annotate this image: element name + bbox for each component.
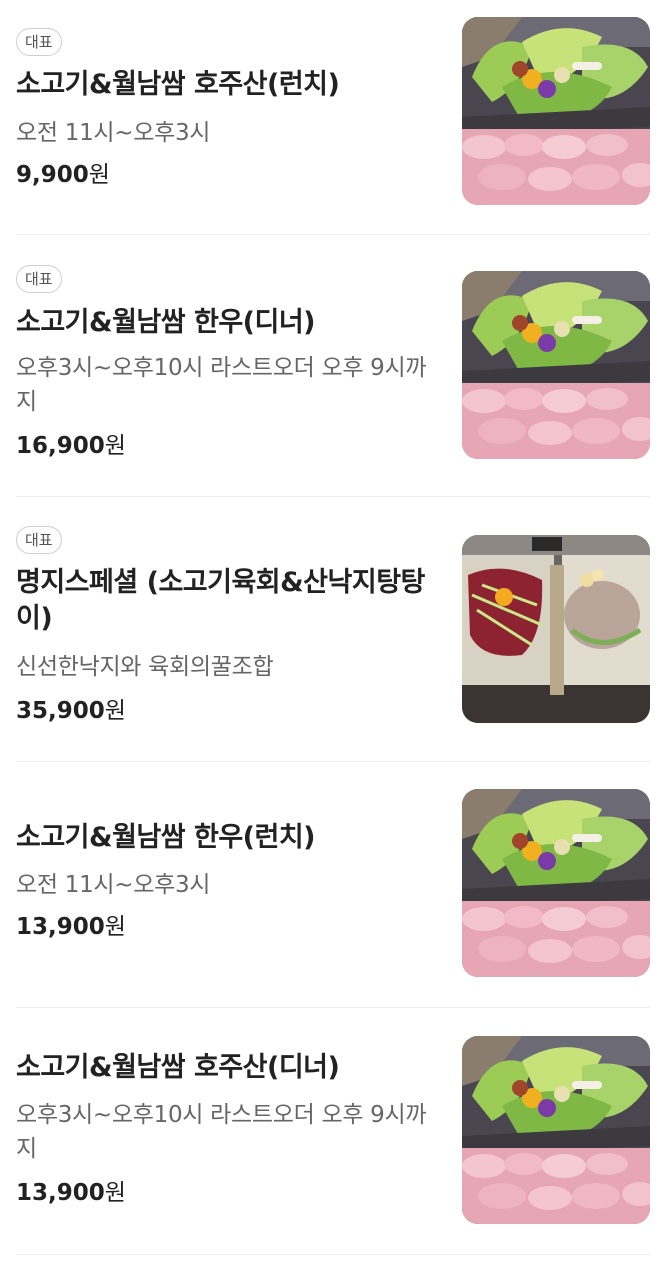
- beef-wrap-platter-image: [462, 271, 650, 459]
- beef-wrap-platter-image: [462, 17, 650, 205]
- beef-wrap-platter-image: [462, 789, 650, 977]
- menu-item-title: 소고기&월남쌈 호주산(런치): [16, 69, 340, 100]
- menu-item-photo[interactable]: [462, 535, 650, 723]
- representative-badge: 대표: [16, 28, 62, 56]
- menu-item-description: 오전 11시~오후3시: [16, 872, 211, 898]
- yukhoe-octopus-platter-image: [462, 535, 650, 723]
- menu-item-price: 13,900원: [16, 1180, 126, 1206]
- representative-badge: 대표: [16, 526, 62, 554]
- menu-item-title: 소고기&월남쌈 호주산(디너): [16, 1052, 340, 1083]
- menu-item-description: 오후3시~오후10시 라스트오더 오후 9시까지: [16, 1102, 427, 1162]
- menu-item-photo[interactable]: [462, 17, 650, 205]
- menu-item[interactable]: 대표 소고기&월남쌈 한우(디너) 오후3시~오후10시 라스트오더 오후 9시…: [16, 235, 650, 497]
- menu-item-photo[interactable]: [462, 1036, 650, 1224]
- menu-item-photo[interactable]: [462, 271, 650, 459]
- menu-item-price: 16,900원: [16, 433, 126, 459]
- menu-item[interactable]: 소고기&월남쌈 호주산(디너) 오후3시~오후10시 라스트오더 오후 9시까지…: [16, 1008, 650, 1255]
- menu-item-price: 13,900원: [16, 914, 126, 940]
- menu-item-price: 9,900원: [16, 162, 110, 188]
- beef-wrap-platter-image: [462, 1036, 650, 1224]
- menu-item-price: 35,900원: [16, 698, 126, 724]
- menu-item-title: 명지스페셜 (소고기육회&산낙지탕탕이): [16, 567, 425, 634]
- menu-item[interactable]: 대표 소고기&월남쌈 호주산(런치) 오전 11시~오후3시 9,900원: [16, 0, 650, 235]
- menu-item-description: 신선한낙지와 육회의꿀조합: [16, 654, 274, 680]
- menu-item-photo[interactable]: [462, 789, 650, 977]
- representative-badge: 대표: [16, 265, 62, 293]
- menu-item-description: 오후3시~오후10시 라스트오더 오후 9시까지: [16, 355, 427, 415]
- menu-item-description: 오전 11시~오후3시: [16, 120, 211, 146]
- menu-item-title: 소고기&월남쌈 한우(디너): [16, 307, 316, 338]
- menu-item[interactable]: 대표 명지스페셜 (소고기육회&산낙지탕탕이) 신선한낙지와 육회의꿀조합 35…: [16, 497, 650, 762]
- menu-item-title: 소고기&월남쌈 한우(런치): [16, 822, 316, 853]
- menu-item[interactable]: 소고기&월남쌈 한우(런치) 오전 11시~오후3시 13,900원: [16, 762, 650, 1008]
